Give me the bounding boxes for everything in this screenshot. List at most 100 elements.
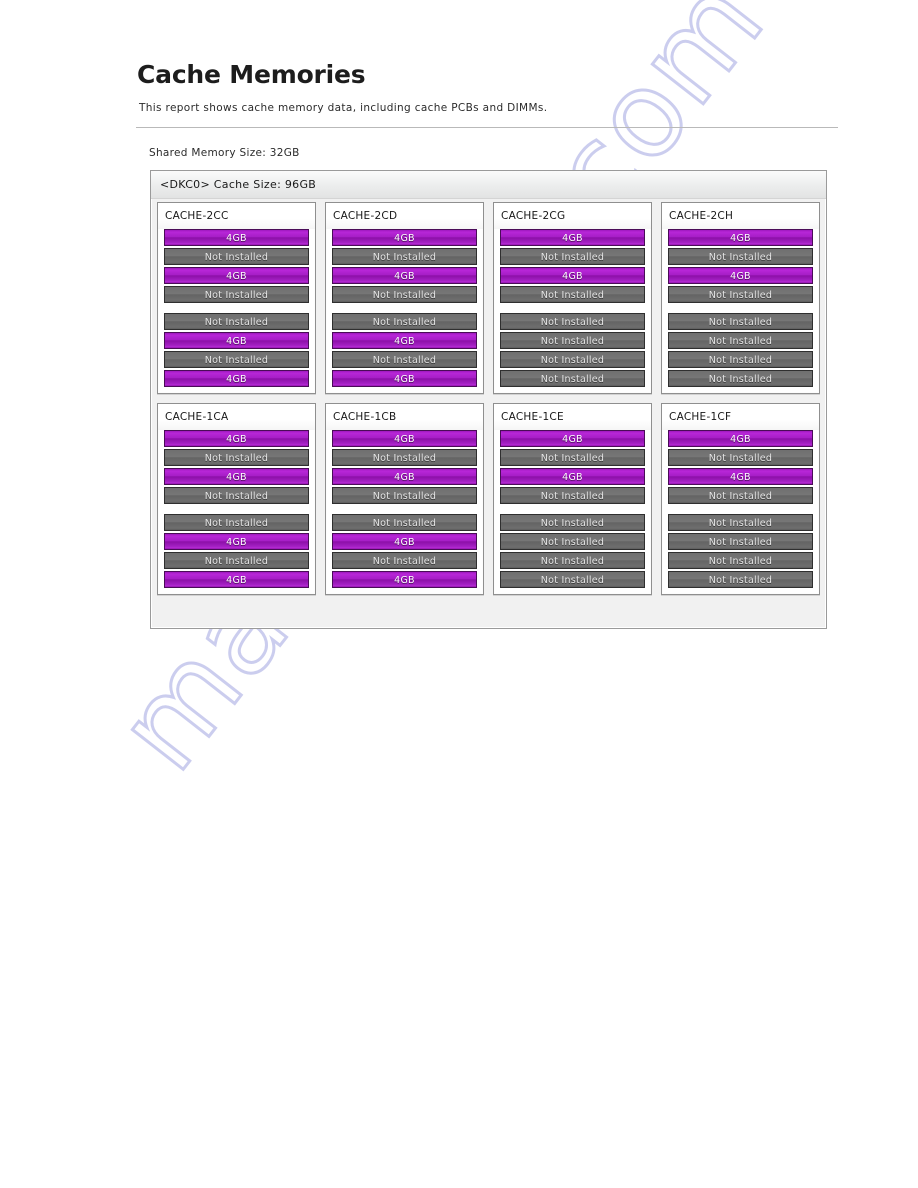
dimm-slot-empty[interactable]: Not Installed	[164, 313, 309, 330]
dimm-slot-installed[interactable]: 4GB	[332, 267, 477, 284]
dimm-slot-empty[interactable]: Not Installed	[332, 552, 477, 569]
cache-panel-title: CACHE-2CC	[158, 203, 315, 229]
dimm-group: 4GB Not Installed 4GB Not Installed	[158, 430, 315, 504]
dimm-slot-empty[interactable]: Not Installed	[332, 286, 477, 303]
dimm-slot-empty[interactable]: Not Installed	[668, 514, 813, 531]
dimm-group: Not Installed Not Installed Not Installed N…	[662, 514, 819, 588]
dimm-slot-empty[interactable]: Not Installed	[668, 370, 813, 387]
dimm-slot-installed[interactable]: 4GB	[332, 468, 477, 485]
dimm-group: Not Installed Not Installed Not Installed N…	[662, 313, 819, 387]
dimm-slot-empty[interactable]: Not Installed	[500, 571, 645, 588]
dimm-slot-empty[interactable]: Not Installed	[332, 449, 477, 466]
dimm-slot-empty[interactable]: Not Installed	[668, 571, 813, 588]
dimm-slot-empty[interactable]: Not Installed	[500, 487, 645, 504]
cache-panel[interactable]: CACHE-1CF 4GB Not Installed 4GB Not Installe…	[661, 403, 820, 595]
dimm-slot-empty[interactable]: Not Installed	[164, 351, 309, 368]
dimm-slot-empty[interactable]: Not Installed	[668, 248, 813, 265]
dimm-group: Not Installed 4GB Not Installed 4GB	[158, 313, 315, 387]
dimm-slot-installed[interactable]: 4GB	[332, 229, 477, 246]
dimm-slot-installed[interactable]: 4GB	[164, 430, 309, 447]
dimm-group: 4GB Not Installed 4GB Not Installed	[494, 430, 651, 504]
dimm-slot-empty[interactable]: Not Installed	[500, 248, 645, 265]
dimm-slot-empty[interactable]: Not Installed	[164, 487, 309, 504]
cache-panel[interactable]: CACHE-2CH 4GB Not Installed 4GB Not Installe…	[661, 202, 820, 394]
dimm-slot-empty[interactable]: Not Installed	[164, 514, 309, 531]
dimm-slot-installed[interactable]: 4GB	[668, 430, 813, 447]
dimm-slot-installed[interactable]: 4GB	[668, 229, 813, 246]
dimm-slot-empty[interactable]: Not Installed	[500, 286, 645, 303]
cache-panel-row: CACHE-2CC 4GB Not Installed 4GB Not Installe…	[157, 202, 820, 394]
dimm-slot-empty[interactable]: Not Installed	[500, 332, 645, 349]
dimm-slot-installed[interactable]: 4GB	[164, 370, 309, 387]
cache-panel-title: CACHE-2CD	[326, 203, 483, 229]
dimm-group: 4GB Not Installed 4GB Not Installed	[662, 430, 819, 504]
dimm-slot-empty[interactable]: Not Installed	[332, 351, 477, 368]
dimm-slot-installed[interactable]: 4GB	[332, 332, 477, 349]
dimm-slot-installed[interactable]: 4GB	[500, 430, 645, 447]
dimm-slot-empty[interactable]: Not Installed	[668, 332, 813, 349]
dimm-slot-empty[interactable]: Not Installed	[500, 552, 645, 569]
dimm-slot-empty[interactable]: Not Installed	[332, 248, 477, 265]
dimm-slot-empty[interactable]: Not Installed	[668, 487, 813, 504]
dimm-slot-empty[interactable]: Not Installed	[500, 449, 645, 466]
cache-panel-title: CACHE-1CF	[662, 404, 819, 430]
dimm-slot-empty[interactable]: Not Installed	[500, 533, 645, 550]
dimm-slot-empty[interactable]: Not Installed	[500, 351, 645, 368]
dimm-slot-installed[interactable]: 4GB	[164, 468, 309, 485]
cache-panel[interactable]: CACHE-2CD 4GB Not Installed 4GB Not Installe…	[325, 202, 484, 394]
dimm-slot-installed[interactable]: 4GB	[500, 267, 645, 284]
dimm-slot-installed[interactable]: 4GB	[332, 533, 477, 550]
dimm-slot-empty[interactable]: Not Installed	[500, 313, 645, 330]
dimm-slot-empty[interactable]: Not Installed	[332, 313, 477, 330]
dimm-slot-empty[interactable]: Not Installed	[668, 552, 813, 569]
dimm-slot-empty[interactable]: Not Installed	[332, 514, 477, 531]
cache-panel-row: CACHE-1CA 4GB Not Installed 4GB Not Installe…	[157, 403, 820, 595]
dimm-slot-installed[interactable]: 4GB	[164, 533, 309, 550]
dimm-group: Not Installed Not Installed Not Installed N…	[494, 514, 651, 588]
page-description: This report shows cache memory data, inc…	[139, 102, 548, 114]
dimm-slot-empty[interactable]: Not Installed	[164, 286, 309, 303]
dimm-slot-installed[interactable]: 4GB	[164, 332, 309, 349]
dimm-group: Not Installed 4GB Not Installed 4GB	[158, 514, 315, 588]
dimm-slot-empty[interactable]: Not Installed	[500, 370, 645, 387]
dimm-slot-empty[interactable]: Not Installed	[668, 313, 813, 330]
dimm-slot-installed[interactable]: 4GB	[164, 267, 309, 284]
page-title: Cache Memories	[137, 60, 366, 89]
dimm-slot-installed[interactable]: 4GB	[668, 468, 813, 485]
cache-panel[interactable]: CACHE-2CG 4GB Not Installed 4GB Not Installe…	[493, 202, 652, 394]
dimm-slot-installed[interactable]: 4GB	[332, 370, 477, 387]
dimm-slot-empty[interactable]: Not Installed	[500, 514, 645, 531]
dimm-slot-installed[interactable]: 4GB	[332, 430, 477, 447]
cache-panel-grid: CACHE-2CC 4GB Not Installed 4GB Not Installe…	[157, 202, 820, 595]
cache-panel[interactable]: CACHE-1CA 4GB Not Installed 4GB Not Installe…	[157, 403, 316, 595]
dimm-slot-empty[interactable]: Not Installed	[164, 248, 309, 265]
header-divider	[136, 127, 838, 128]
dimm-slot-empty[interactable]: Not Installed	[164, 449, 309, 466]
dimm-group: 4GB Not Installed 4GB Not Installed	[662, 229, 819, 303]
dimm-slot-empty[interactable]: Not Installed	[164, 552, 309, 569]
dimm-slot-empty[interactable]: Not Installed	[668, 286, 813, 303]
dimm-slot-empty[interactable]: Not Installed	[332, 487, 477, 504]
dkc-header: <DKC0> Cache Size: 96GB	[151, 171, 826, 199]
dimm-slot-installed[interactable]: 4GB	[500, 229, 645, 246]
dimm-slot-installed[interactable]: 4GB	[668, 267, 813, 284]
dimm-slot-installed[interactable]: 4GB	[164, 229, 309, 246]
dimm-group: Not Installed Not Installed Not Installed N…	[494, 313, 651, 387]
dimm-group: Not Installed 4GB Not Installed 4GB	[326, 514, 483, 588]
dimm-slot-installed[interactable]: 4GB	[332, 571, 477, 588]
cache-panel-title: CACHE-2CH	[662, 203, 819, 229]
cache-panel-title: CACHE-1CA	[158, 404, 315, 430]
cache-panel-title: CACHE-1CB	[326, 404, 483, 430]
cache-panel[interactable]: CACHE-1CB 4GB Not Installed 4GB Not Installe…	[325, 403, 484, 595]
report-page: Cache Memories This report shows cache m…	[0, 0, 918, 1188]
cache-panel-title: CACHE-2CG	[494, 203, 651, 229]
dimm-slot-installed[interactable]: 4GB	[164, 571, 309, 588]
dimm-slot-empty[interactable]: Not Installed	[668, 351, 813, 368]
shared-memory-size: Shared Memory Size: 32GB	[149, 147, 300, 159]
dimm-slot-empty[interactable]: Not Installed	[668, 533, 813, 550]
cache-panel-title: CACHE-1CE	[494, 404, 651, 430]
dimm-slot-installed[interactable]: 4GB	[500, 468, 645, 485]
cache-panel[interactable]: CACHE-1CE 4GB Not Installed 4GB Not Installe…	[493, 403, 652, 595]
dimm-slot-empty[interactable]: Not Installed	[668, 449, 813, 466]
cache-panel[interactable]: CACHE-2CC 4GB Not Installed 4GB Not Installe…	[157, 202, 316, 394]
